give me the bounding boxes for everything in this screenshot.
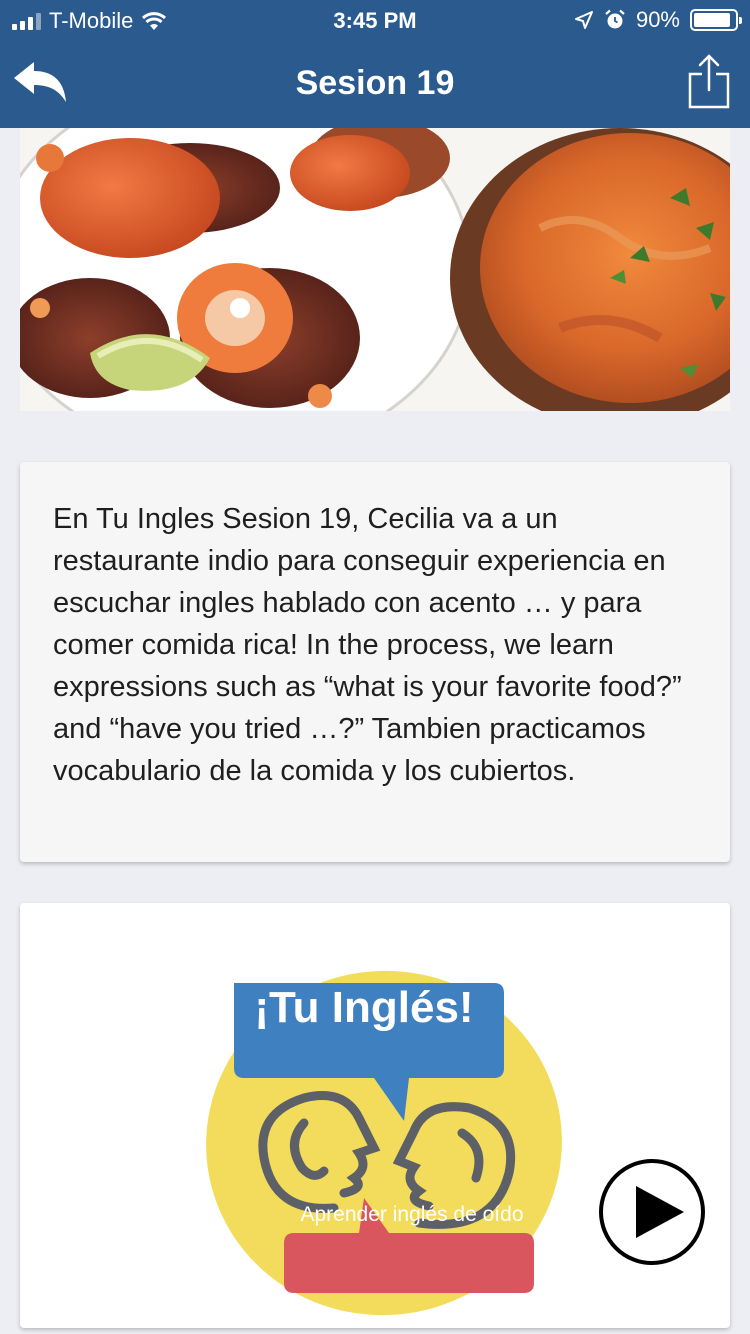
battery-icon (690, 9, 742, 31)
logo-headline: ¡Tu Inglés! (254, 983, 474, 1032)
food-photo (20, 128, 730, 411)
page-title: Sesion 19 (295, 64, 455, 102)
share-icon[interactable] (686, 54, 732, 110)
description-card: En Tu Ingles Sesion 19, Cecilia va a un … (20, 462, 730, 862)
battery-percent: 90% (635, 7, 680, 32)
logo-tagline: Aprender inglés de oído (300, 1203, 524, 1226)
session-description: En Tu Ingles Sesion 19, Cecilia va a un … (53, 503, 682, 787)
status-bar: T-Mobile 3:45 PM 90% (0, 0, 750, 40)
alarm-icon (605, 9, 625, 29)
navigation-bar: T-Mobile 3:45 PM 90% Sesion 19 (0, 0, 750, 128)
play-icon[interactable] (598, 1158, 706, 1266)
location-icon (574, 11, 593, 29)
